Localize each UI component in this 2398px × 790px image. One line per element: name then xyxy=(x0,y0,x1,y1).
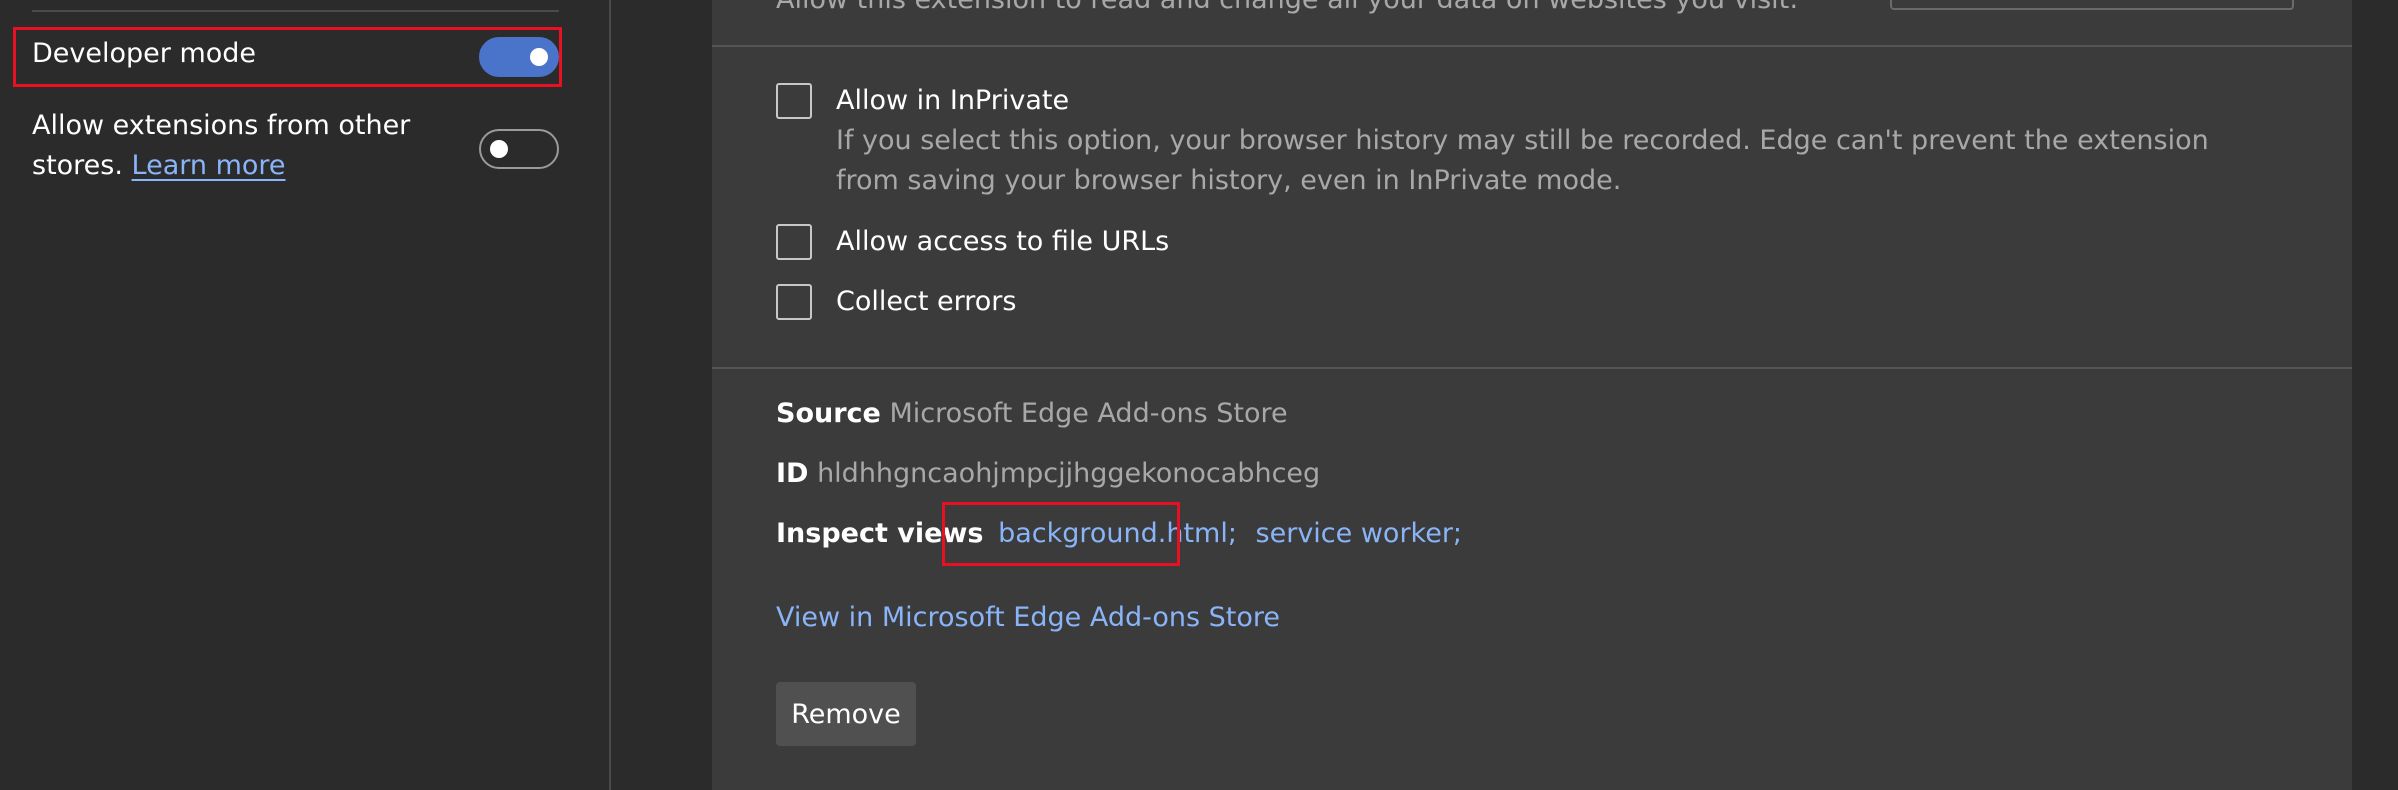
section-divider xyxy=(712,367,2352,369)
inprivate-label: Allow in InPrivate xyxy=(836,85,1070,116)
section-divider xyxy=(712,45,2352,47)
toggle-knob xyxy=(530,48,548,66)
id-value: hldhhgncaohjmpcjjhggekonocabhceg xyxy=(817,458,1321,489)
id-key: ID xyxy=(776,458,809,489)
file-urls-checkbox[interactable] xyxy=(776,224,812,260)
developer-mode-toggle[interactable] xyxy=(479,37,559,77)
extension-details-card: Allow this extension to read and change … xyxy=(712,0,2352,790)
store-link[interactable]: View in Microsoft Edge Add-ons Store xyxy=(776,598,1280,638)
toggle-knob xyxy=(490,140,508,158)
site-access-dropdown[interactable] xyxy=(1890,0,2294,10)
inprivate-checkbox[interactable] xyxy=(776,83,812,119)
source-value: Microsoft Edge Add-ons Store xyxy=(889,398,1288,429)
source-key: Source xyxy=(776,398,881,429)
extension-details-page: Developer mode Allow extensions from oth… xyxy=(0,0,2398,790)
other-stores-toggle[interactable] xyxy=(479,129,559,169)
sidebar-divider xyxy=(32,10,559,12)
source-line: Source Microsoft Edge Add-ons Store xyxy=(776,394,1288,434)
service-worker-link[interactable]: service worker; xyxy=(1256,518,1462,549)
remove-button[interactable]: Remove xyxy=(776,682,916,746)
file-urls-label: Allow access to file URLs xyxy=(836,226,1170,257)
site-access-text: Allow this extension to read and change … xyxy=(776,0,1798,15)
learn-more-link[interactable]: Learn more xyxy=(132,150,286,181)
sidebar: Developer mode Allow extensions from oth… xyxy=(0,0,611,790)
collect-errors-checkbox[interactable] xyxy=(776,284,812,320)
other-stores-label: Allow extensions from other stores. Lear… xyxy=(32,106,452,186)
id-line: ID hldhhgncaohjmpcjjhggekonocabhceg xyxy=(776,454,1320,494)
background-html-highlight xyxy=(942,502,1180,566)
collect-errors-label: Collect errors xyxy=(836,286,1017,317)
developer-mode-label: Developer mode xyxy=(32,38,257,69)
inprivate-description: If you select this option, your browser … xyxy=(836,125,2209,196)
